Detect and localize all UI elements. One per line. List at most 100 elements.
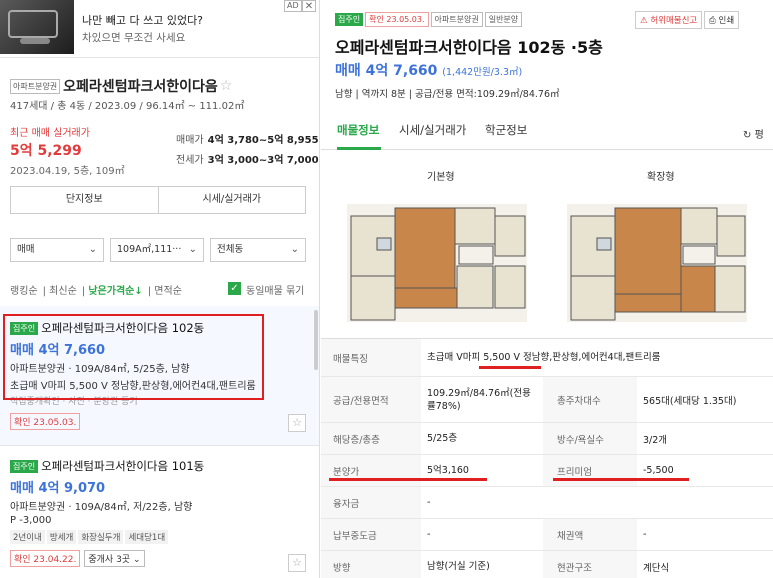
refresh-label: 평 [754,130,764,141]
recent-price-label: 최근 매매 실거래가 [10,128,90,139]
group-label: 동일매물 묶기 [246,286,305,297]
sale-price-range: 매매가 4억 3,780~5억 8,955 [176,131,319,146]
recent-price: 5억 5,299 [10,143,82,159]
detail-table: 매물특징 초급매 V마피 5,500 V 정남향,판상형,에어컨4대,팬트리룸 … [321,338,773,578]
sale-label: 매매가 [176,135,204,146]
refresh-button[interactable]: ↻ 평 [743,126,764,141]
table-value: 565대(세대당 1.35대) [643,395,737,407]
confirm-date: 확인 23.05.03. [365,12,429,27]
dong-value: 전체동 [217,244,244,255]
sort-rank[interactable]: 랭킹순 [10,286,38,297]
area-select[interactable]: 109A㎡,111··· ⌄ [110,238,204,262]
complex-button-row: 단지정보 시세/실거래가 [10,186,306,214]
sort-low-price[interactable]: 낮은가격순↓ [88,286,142,297]
table-row: 매물특징 초급매 V마피 5,500 V 정남향,판상형,에어컨4대,팬트리룸 [321,339,773,377]
sort-latest[interactable]: 최신순 [49,286,77,297]
type-tag: 아파트분양권 [430,12,483,27]
table-key: 융자금 [321,487,421,518]
table-value: - [427,529,431,540]
listing-tag: 방세개 [46,530,77,544]
agents-button[interactable]: 중개사 3곳 ⌄ [84,550,145,567]
complex-name: 오페라센텀파크서한이다음 [63,79,218,95]
floorplan-ext-label: 확장형 [647,172,675,183]
listing-tag: 화장실두개 [78,530,124,544]
scrollbar[interactable] [314,310,318,370]
detail-title: 오페라센텀파크서한이다음 102동 ·5층 [335,38,603,57]
jeonse-range: 3억 3,000~3억 7,000 [207,155,319,166]
table-key: 해당층/총층 [321,423,421,454]
listing-description: P -3,000 [10,515,52,526]
tab-price[interactable]: 시세/실거래가 [399,122,466,138]
print-label: 인쇄 [718,16,735,26]
favorite-icon[interactable]: ☆ [288,414,306,432]
confirm-date: 확인 23.05.03. [10,413,81,430]
owner-badge: 집주인 [10,459,39,473]
table-key: 총주차대수 [543,377,637,422]
ad-badge: AD [284,0,302,12]
table-key: 현관구조 [543,551,637,578]
print-button[interactable]: ⎙ 인쇄 [704,11,740,29]
chevron-down-icon: ⌄ [290,244,299,255]
sort-bar: 랭킹순 | 최신순 | 낮은가격순↓ | 면적순 ✓ 동일매물 묶기 [10,282,305,297]
detail-info: 남향 | 역까지 8분 | 공급/전용 면적:109.29㎡/84.76㎡ [335,89,560,100]
table-value: 5억3,160 [427,465,469,476]
complex-price-button[interactable]: 시세/실거래가 [157,187,306,213]
table-key: 매물특징 [321,339,421,376]
table-value: 5/25층 [427,433,458,444]
jeonse-price-range: 전세가 3억 3,000~3억 7,000 [176,151,319,166]
table-key: 채권액 [543,519,637,550]
area-value: 109A㎡,111··· [117,244,182,255]
dong-select[interactable]: 전체동 ⌄ [210,238,306,262]
floorplan-basic-image[interactable] [347,186,527,326]
floorplan-ext-image[interactable] [567,186,747,326]
listing-item[interactable]: 집주인 오페라센텀파크서한이다음 101동 매매 4억 9,070 아파트분양권 … [0,446,319,578]
detail-price: 매매 4억 7,660 (1,442만원/3.3㎡) [335,60,522,80]
table-row: 납부중도금 - 채권액 - [321,519,773,551]
group-checkbox[interactable]: ✓ [228,282,241,295]
table-row: 융자금 - [321,487,773,519]
tab-listing-info[interactable]: 매물정보 [337,122,379,138]
table-key: 납부중도금 [321,519,421,550]
table-value: 계단식 [643,562,670,574]
report-button[interactable]: ⚠ 허위매물신고 [635,11,703,29]
agents-label: 중개사 3곳 [88,555,131,565]
sort-area[interactable]: 면적순 [154,286,182,297]
trade-type-select[interactable]: 매매 ⌄ [10,238,104,262]
confirm-date: 확인 23.04.22. [10,550,81,567]
table-row: 방향 남향(거실 기준) 현관구조 계단식 [321,551,773,578]
table-value: - [643,529,647,540]
tab-school[interactable]: 학군정보 [485,122,527,138]
active-tab-indicator [337,147,381,150]
ad-subtitle: 차있으면 무조건 사세요 [82,32,186,44]
detail-panel: 집주인 확인 23.05.03. 아파트분양권 일반분양 ⚠ 허위매물신고 ⎙ 인쇄 … [321,0,773,578]
highlight-box [3,314,264,400]
listing-summary: 아파트분양권 · 109A/84㎡, 저/22층, 남향 [10,502,193,513]
highlight-underline [553,478,689,481]
highlight-underline [329,478,487,481]
table-value: 109.29㎡/84.76㎡(전용률78%) [427,387,531,412]
table-row: 분양가 5억3,160 프리미엄 -5,500 [321,455,773,487]
highlight-underline [479,366,541,369]
detail-price-value: 매매 4억 7,660 [335,63,438,79]
chevron-down-icon: ⌄ [88,244,97,255]
ad-image [0,0,74,54]
table-key: 프리미엄 [543,455,637,486]
listing-tag: 2년이내 [10,530,45,544]
table-value: 초급매 V마피 5,500 V 정남향,판상형,에어컨4대,팬트리룸 [427,352,661,363]
ad-banner[interactable]: 나만 빼고 다 쓰고 있었다? 차있으면 무조건 사세요 AD ✕ [0,0,319,58]
close-icon[interactable]: ✕ [302,0,316,12]
star-icon[interactable]: ☆ [220,78,233,94]
table-value: 3/2개 [643,434,668,446]
table-row: 공급/전용면적 109.29㎡/84.76㎡(전용률78%) 총주차대수 565… [321,377,773,423]
table-key: 공급/전용면적 [321,377,421,422]
floorplan-basic-label: 기본형 [427,172,455,183]
trade-type-value: 매매 [17,244,35,255]
ad-title: 나만 빼고 다 쓰고 있었다? [82,14,204,27]
favorite-icon[interactable]: ☆ [288,554,306,572]
listing-panel: 나만 빼고 다 쓰고 있었다? 차있으면 무조건 사세요 AD ✕ 아파트분양권… [0,0,320,578]
owner-badge: 집주인 [335,13,364,26]
table-key: 방향 [321,551,421,578]
sale-range: 4억 3,780~5억 8,955 [207,135,319,146]
listing-tags: 2년이내 방세개 화장실두개 세대당1대 [10,530,315,544]
complex-info-button[interactable]: 단지정보 [11,187,158,213]
